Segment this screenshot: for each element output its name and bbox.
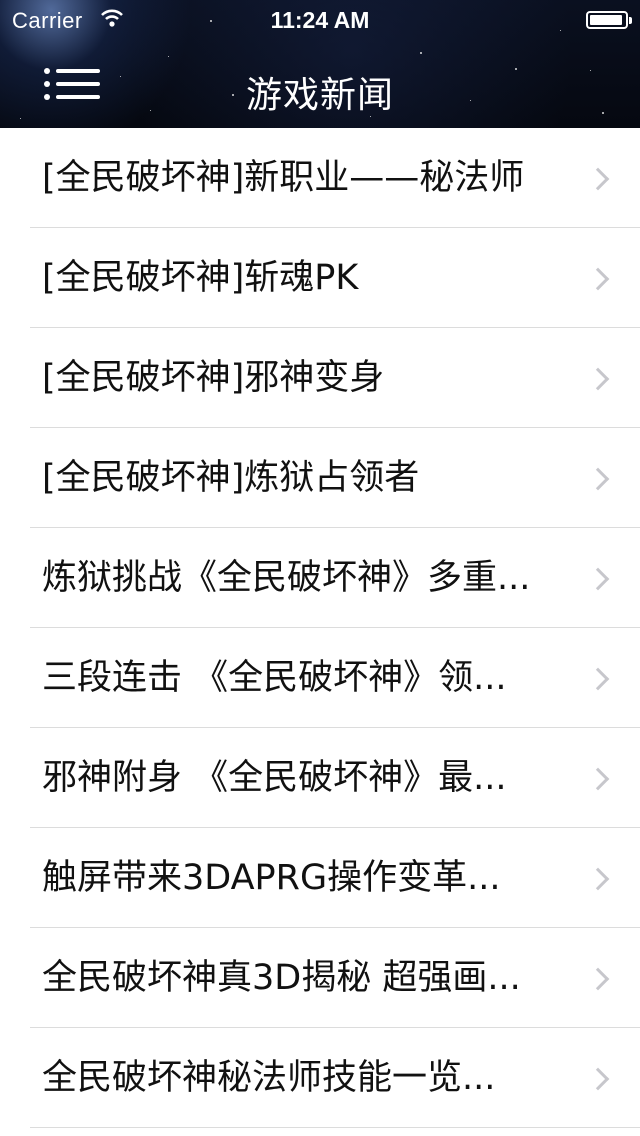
news-title: 全民破坏神真3D揭秘 超强画... (42, 958, 521, 998)
chevron-right-icon (586, 167, 610, 191)
list-item[interactable]: 邪神附身 《全民破坏神》最... (0, 728, 640, 828)
list-item[interactable]: 炼狱挑战《全民破坏神》多重... (0, 528, 640, 628)
list-item[interactable]: [全民破坏神]斩魂PK (0, 228, 640, 328)
list-item[interactable]: [全民破坏神]新职业——秘法师 (0, 128, 640, 228)
chevron-right-icon (586, 867, 610, 891)
news-title: [全民破坏神]新职业——秘法师 (42, 158, 525, 198)
list-item[interactable]: [全民破坏神]炼狱占领者 (0, 428, 640, 528)
chevron-right-icon (586, 267, 610, 291)
chevron-right-icon (586, 967, 610, 991)
battery-icon (586, 11, 632, 29)
news-title: 邪神附身 《全民破坏神》最... (42, 758, 507, 798)
list-item[interactable]: 全民破坏神真3D揭秘 超强画... (0, 928, 640, 1028)
news-title: 炼狱挑战《全民破坏神》多重... (42, 558, 531, 598)
chevron-right-icon (586, 1067, 610, 1091)
news-title: [全民破坏神]斩魂PK (42, 258, 359, 298)
news-title: [全民破坏神]炼狱占领者 (42, 458, 420, 498)
chevron-right-icon (586, 767, 610, 791)
page-title: 游戏新闻 (245, 75, 394, 116)
row-separator (30, 1127, 640, 1128)
chevron-right-icon (586, 667, 610, 691)
list-item[interactable]: 全民破坏神秘法师技能一览... (0, 1028, 640, 1128)
navigation-bar: 游戏新闻 (0, 40, 640, 128)
list-item[interactable]: 触屏带来3DAPRG操作变革... (0, 828, 640, 928)
list-item[interactable]: 三段连击 《全民破坏神》领... (0, 628, 640, 728)
list-item[interactable]: [全民破坏神]邪神变身 (0, 328, 640, 428)
status-time: 11:24 AM (270, 7, 370, 33)
news-title: [全民破坏神]邪神变身 (42, 358, 385, 398)
chevron-right-icon (586, 367, 610, 391)
news-title: 三段连击 《全民破坏神》领... (42, 658, 507, 698)
news-title: 触屏带来3DAPRG操作变革... (42, 858, 501, 898)
header: Carrier 11:24 AM 游戏新闻 (0, 0, 640, 128)
chevron-right-icon (586, 567, 610, 591)
news-title: 全民破坏神秘法师技能一览... (42, 1058, 496, 1098)
chevron-right-icon (586, 467, 610, 491)
news-list: [全民破坏神]新职业——秘法师 [全民破坏神]斩魂PK [全民破坏神]邪神变身 [全民… (0, 128, 640, 1128)
status-bar: Carrier 11:24 AM (0, 0, 640, 40)
